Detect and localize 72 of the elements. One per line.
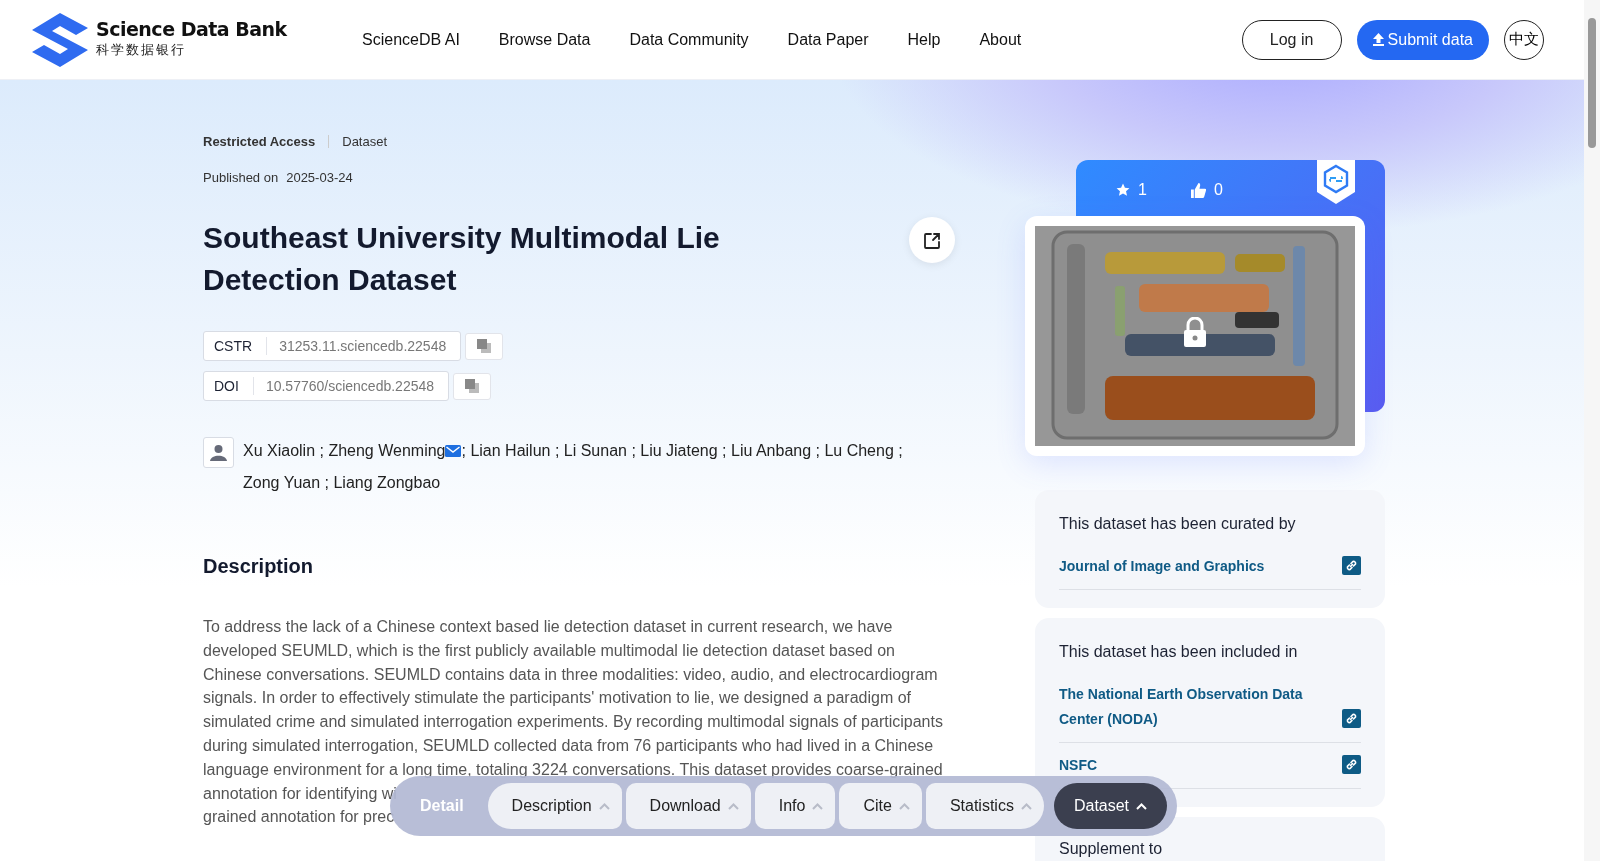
identifier-label: CSTR (204, 337, 268, 355)
scrollbar[interactable] (1584, 0, 1600, 861)
author-names: ; Lian Hailun ; Li Sunan ; Liu Jiateng ; Liu Anbang ; Lu Cheng ; (461, 441, 903, 461)
nav-link-item[interactable]: Data Community (629, 27, 749, 52)
linked-resource[interactable]: The National Earth Observation Data Center (NODA) (1059, 682, 1309, 732)
description-line: To address the lack of a Chinese context based lie detection dataset in current research, we have (203, 617, 893, 637)
section-tab[interactable]: Dataset (1053, 783, 1168, 829)
nav-link-item[interactable]: ScienceDB AI (362, 27, 460, 52)
section-tab[interactable]: Info (754, 783, 836, 829)
caret-up-icon (598, 802, 610, 810)
author-names: Zong Yuan ; Liang Zongbao (243, 473, 441, 493)
submit-data-button[interactable]: Submit data (1356, 19, 1489, 60)
type-label: Dataset (342, 133, 388, 151)
caret-up-icon (898, 802, 910, 810)
nav-link-item[interactable]: Data Paper (787, 27, 869, 52)
nav-link-item[interactable]: Help (907, 27, 941, 52)
panel-heading: Supplement to (1059, 840, 1164, 858)
identifier-value: 31253.11.sciencedb.22548 (278, 336, 448, 356)
caret-up-icon (727, 802, 739, 810)
panel-heading: This dataset has been included in (1059, 642, 1299, 662)
description-line: annotation for identifying wi (203, 783, 397, 804)
logo-title: Science Data Bank (96, 19, 287, 41)
description-line: developed SEUMLD, which is the first publicly available multimodal lie detection dataset based on (203, 640, 895, 661)
link-icon[interactable] (1342, 709, 1361, 728)
star-icon (1116, 183, 1130, 197)
description-line: during simulated interrogation, SEUMLD collected data from 76 participants who had lived in a Chinese (203, 736, 934, 756)
description-heading: Description (203, 554, 315, 579)
upload-icon (1372, 33, 1384, 46)
language-button[interactable]: 中文 (1504, 19, 1544, 60)
badge-icon (1317, 160, 1355, 204)
login-button[interactable]: Log in (1241, 19, 1342, 60)
section-tab[interactable]: Description (487, 783, 622, 829)
description-line: Chinese conversations. SEUMLD contains data in three modalities: video, audio, and electrocardiogram (203, 664, 938, 685)
description-line: simulated crime and simulated interrogation experiments. By recording multimodal signals of participants (203, 712, 943, 733)
dataset-title: Southeast University Multimodal Lie Detection Dataset (203, 220, 721, 298)
logo-icon (32, 12, 88, 67)
caret-up-icon (1136, 802, 1148, 810)
section-tab[interactable]: Cite (839, 783, 922, 829)
published-label: Published on (203, 168, 279, 187)
nav-link-item[interactable]: Browse Data (498, 27, 591, 52)
star-count: 1 (1138, 180, 1147, 200)
link-icon[interactable] (1342, 755, 1361, 774)
scrollbar-thumb[interactable] (1588, 18, 1596, 148)
copy-button[interactable] (453, 372, 492, 400)
thumbs-up-icon (1190, 182, 1206, 198)
like-count: 0 (1213, 180, 1223, 200)
copy-button[interactable] (465, 332, 504, 360)
email-icon[interactable] (445, 445, 462, 457)
nav-link-item[interactable]: About (979, 27, 1022, 52)
description-line: signals. In order to effectively stimulate the participants' motivation to lie, we designed a paradigm of (203, 688, 912, 709)
section-tab[interactable]: Statistics (925, 783, 1044, 829)
section-tab[interactable]: Download (625, 783, 751, 829)
author-names: Xu Xiaolin ; Zheng Wenming (243, 441, 446, 461)
linked-resource[interactable]: Journal of Image and Graphics (1059, 554, 1265, 579)
description-line: grained annotation for prec (203, 807, 395, 828)
published-date: 2025-03-24 (286, 168, 353, 187)
identifier-value: 10.57760/sciencedb.22548 (264, 376, 436, 396)
share-button[interactable] (909, 217, 955, 263)
linked-resource[interactable]: NSFC (1059, 753, 1098, 778)
caret-up-icon (812, 802, 824, 810)
link-icon[interactable] (1342, 556, 1361, 575)
identifier-label: DOI (204, 377, 254, 395)
section-bar-label: Detail (420, 796, 464, 816)
panel-heading: This dataset has been curated by (1059, 514, 1297, 534)
copy-icon (465, 379, 480, 393)
description-line: language environment for a long time, totaling 3224 conversations. This dataset provides coarse-grained (203, 759, 943, 780)
copy-icon (477, 339, 492, 353)
author-avatar-icon (203, 437, 234, 468)
share-icon (923, 231, 941, 250)
caret-up-icon (1020, 802, 1032, 810)
logo-subtitle: 科学数据银行 (96, 41, 187, 60)
access-label: Restricted Access (203, 133, 316, 151)
